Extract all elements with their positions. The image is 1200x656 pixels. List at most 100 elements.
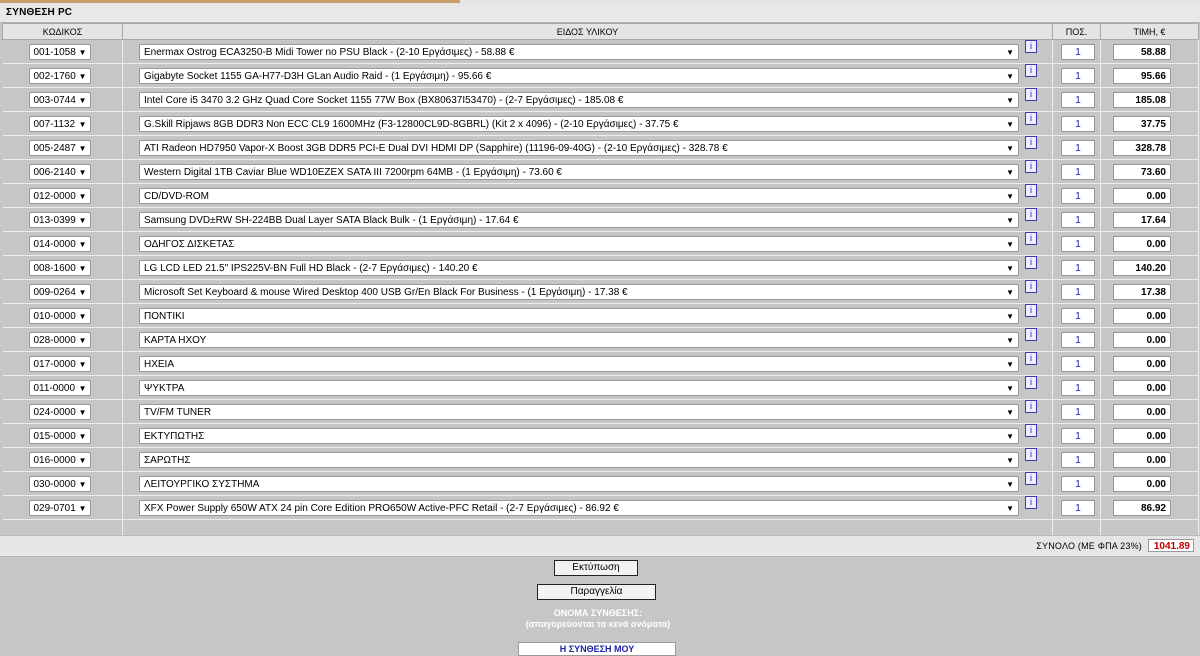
price-cell: 17.64 bbox=[1100, 207, 1199, 232]
quantity-input[interactable]: 1 bbox=[1061, 163, 1095, 180]
chevron-down-icon: ▼ bbox=[78, 359, 87, 369]
info-icon[interactable]: i bbox=[1025, 112, 1037, 125]
code-select[interactable]: 009-0264 ▼ bbox=[28, 283, 91, 300]
item-select[interactable]: ΚΑΡΤΑ ΗΧΟΥ ▼ bbox=[139, 331, 1019, 348]
info-icon[interactable]: i bbox=[1025, 328, 1037, 341]
quantity-input[interactable]: 1 bbox=[1061, 355, 1095, 372]
quantity-input[interactable]: 1 bbox=[1061, 427, 1095, 444]
info-icon[interactable]: i bbox=[1025, 184, 1037, 197]
item-select[interactable]: LG LCD LED 21.5" IPS225V-BN Full HD Blac… bbox=[139, 259, 1019, 276]
quantity-input[interactable]: 1 bbox=[1061, 499, 1095, 516]
info-icon[interactable]: i bbox=[1025, 280, 1037, 293]
code-select[interactable]: 014-0000 ▼ bbox=[28, 235, 91, 252]
composition-name-input[interactable]: Η ΣΥΝΘΕΣΗ ΜΟΥ bbox=[518, 642, 676, 656]
info-icon[interactable]: i bbox=[1025, 304, 1037, 317]
quantity-input[interactable]: 1 bbox=[1061, 187, 1095, 204]
item-cell: ΗΧΕΙΑ ▼ i bbox=[122, 351, 1053, 376]
item-cell: ΚΑΡΤΑ ΗΧΟΥ ▼ i bbox=[122, 327, 1053, 352]
quantity-input[interactable]: 1 bbox=[1061, 43, 1095, 60]
code-select[interactable]: 007-1132 ▼ bbox=[28, 115, 91, 132]
info-icon[interactable]: i bbox=[1025, 64, 1037, 77]
code-select[interactable]: 005-2487 ▼ bbox=[28, 139, 91, 156]
info-icon[interactable]: i bbox=[1025, 40, 1037, 53]
item-select[interactable]: ΠΟΝΤΙΚΙ ▼ bbox=[139, 307, 1019, 324]
item-select[interactable]: Western Digital 1TB Caviar Blue WD10EZEX… bbox=[139, 163, 1019, 180]
code-select[interactable]: 024-0000 ▼ bbox=[28, 403, 91, 420]
info-icon[interactable]: i bbox=[1025, 256, 1037, 269]
info-icon[interactable]: i bbox=[1025, 160, 1037, 173]
print-button[interactable]: Εκτύπωση bbox=[554, 560, 638, 576]
item-select[interactable]: TV/FM TUNER ▼ bbox=[139, 403, 1019, 420]
quantity-input[interactable]: 1 bbox=[1061, 211, 1095, 228]
info-icon[interactable]: i bbox=[1025, 352, 1037, 365]
item-select[interactable]: Intel Core i5 3470 3.2 GHz Quad Core Soc… bbox=[139, 91, 1019, 108]
code-select[interactable]: 002-1760 ▼ bbox=[28, 67, 91, 84]
info-icon[interactable]: i bbox=[1025, 472, 1037, 485]
code-select[interactable]: 010-0000 ▼ bbox=[28, 307, 91, 324]
code-value: 030-0000 bbox=[33, 478, 76, 490]
info-icon[interactable]: i bbox=[1025, 424, 1037, 437]
code-select[interactable]: 013-0399 ▼ bbox=[28, 211, 91, 228]
item-select[interactable]: ΛΕΙΤΟΥΡΓΙΚΟ ΣΥΣΤΗΜΑ ▼ bbox=[139, 475, 1019, 492]
info-icon[interactable]: i bbox=[1025, 208, 1037, 221]
table-row: 010-0000 ▼ ΠΟΝΤΙΚΙ ▼ i 1 0.00 bbox=[2, 303, 1199, 328]
code-select[interactable]: 017-0000 ▼ bbox=[28, 355, 91, 372]
quantity-input[interactable]: 1 bbox=[1061, 259, 1095, 276]
quantity-input[interactable]: 1 bbox=[1061, 403, 1095, 420]
item-select[interactable]: ΣΑΡΩΤΗΣ ▼ bbox=[139, 451, 1019, 468]
item-cell: G.Skill Ripjaws 8GB DDR3 Non ECC CL9 160… bbox=[122, 111, 1053, 136]
item-select[interactable]: ΟΔΗΓΟΣ ΔΙΣΚΕΤΑΣ ▼ bbox=[139, 235, 1019, 252]
qty-cell: 1 bbox=[1052, 471, 1101, 496]
quantity-input[interactable]: 1 bbox=[1061, 307, 1095, 324]
code-select[interactable]: 012-0000 ▼ bbox=[28, 187, 91, 204]
order-button[interactable]: Παραγγελία bbox=[537, 584, 656, 600]
quantity-input[interactable]: 1 bbox=[1061, 475, 1095, 492]
code-value: 015-0000 bbox=[33, 430, 76, 442]
quantity-input[interactable]: 1 bbox=[1061, 331, 1095, 348]
item-cell: ΠΟΝΤΙΚΙ ▼ i bbox=[122, 303, 1053, 328]
code-select[interactable]: 011-0000 ▼ bbox=[28, 379, 91, 396]
code-value: 028-0000 bbox=[33, 334, 76, 346]
quantity-input[interactable]: 1 bbox=[1061, 451, 1095, 468]
code-select[interactable]: 006-2140 ▼ bbox=[28, 163, 91, 180]
item-select[interactable]: ATI Radeon HD7950 Vapor-X Boost 3GB DDR5… bbox=[139, 139, 1019, 156]
info-icon[interactable]: i bbox=[1025, 136, 1037, 149]
info-icon[interactable]: i bbox=[1025, 376, 1037, 389]
code-select[interactable]: 008-1600 ▼ bbox=[28, 259, 91, 276]
quantity-input[interactable]: 1 bbox=[1061, 67, 1095, 84]
item-select[interactable]: ΨΥΚΤΡΑ ▼ bbox=[139, 379, 1019, 396]
item-cell: ATI Radeon HD7950 Vapor-X Boost 3GB DDR5… bbox=[122, 135, 1053, 160]
info-icon[interactable]: i bbox=[1025, 400, 1037, 413]
item-select[interactable]: ΗΧΕΙΑ ▼ bbox=[139, 355, 1019, 372]
info-icon[interactable]: i bbox=[1025, 448, 1037, 461]
item-cell: Microsoft Set Keyboard & mouse Wired Des… bbox=[122, 279, 1053, 304]
code-select[interactable]: 029-0701 ▼ bbox=[28, 499, 91, 516]
code-select[interactable]: 016-0000 ▼ bbox=[28, 451, 91, 468]
info-icon[interactable]: i bbox=[1025, 88, 1037, 101]
info-icon[interactable]: i bbox=[1025, 232, 1037, 245]
item-select[interactable]: CD/DVD-ROM ▼ bbox=[139, 187, 1019, 204]
item-select[interactable]: Samsung DVD±RW SH-224BB Dual Layer SATA … bbox=[139, 211, 1019, 228]
item-select[interactable]: Gigabyte Socket 1155 GA-H77-D3H GLan Aud… bbox=[139, 67, 1019, 84]
code-select[interactable]: 015-0000 ▼ bbox=[28, 427, 91, 444]
item-cell: Intel Core i5 3470 3.2 GHz Quad Core Soc… bbox=[122, 87, 1053, 112]
code-select[interactable]: 001-1058 ▼ bbox=[28, 43, 91, 60]
info-icon[interactable]: i bbox=[1025, 496, 1037, 509]
quantity-input[interactable]: 1 bbox=[1061, 115, 1095, 132]
quantity-input[interactable]: 1 bbox=[1061, 235, 1095, 252]
total-label: ΣΥΝΟΛΟ (ΜΕ ΦΠΑ 23%) bbox=[1036, 541, 1142, 551]
item-select[interactable]: XFX Power Supply 650W ATX 24 pin Core Ed… bbox=[139, 499, 1019, 516]
price-cell: 328.78 bbox=[1100, 135, 1199, 160]
item-select[interactable]: Microsoft Set Keyboard & mouse Wired Des… bbox=[139, 283, 1019, 300]
item-select[interactable]: Enermax Ostrog ECA3250-B Midi Tower no P… bbox=[139, 43, 1019, 60]
code-select[interactable]: 003-0744 ▼ bbox=[28, 91, 91, 108]
quantity-input[interactable]: 1 bbox=[1061, 379, 1095, 396]
quantity-input[interactable]: 1 bbox=[1061, 139, 1095, 156]
code-select[interactable]: 030-0000 ▼ bbox=[28, 475, 91, 492]
item-select[interactable]: ΕΚΤΥΠΩΤΗΣ ▼ bbox=[139, 427, 1019, 444]
quantity-input[interactable]: 1 bbox=[1061, 91, 1095, 108]
item-select[interactable]: G.Skill Ripjaws 8GB DDR3 Non ECC CL9 160… bbox=[139, 115, 1019, 132]
quantity-input[interactable]: 1 bbox=[1061, 283, 1095, 300]
qty-cell: 1 bbox=[1052, 87, 1101, 112]
code-select[interactable]: 028-0000 ▼ bbox=[28, 331, 91, 348]
